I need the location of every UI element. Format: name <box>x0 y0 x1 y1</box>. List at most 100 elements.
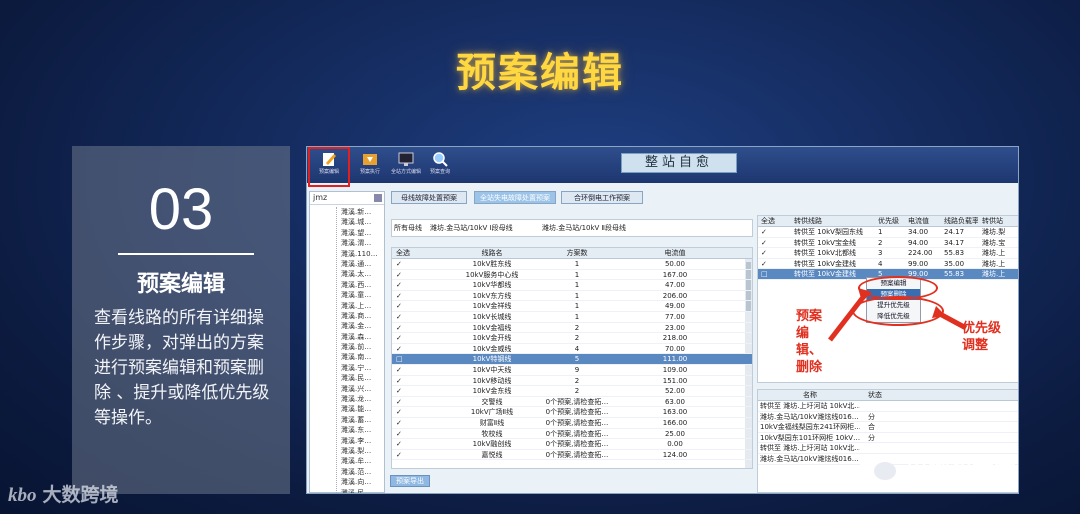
tree-item[interactable]: 濉溪.望… <box>337 228 384 238</box>
tab-station-blackout[interactable]: 全站失电故障处置预案 <box>474 191 556 204</box>
row-checkbox[interactable]: □ <box>396 354 416 365</box>
row-checkbox[interactable]: ✓ <box>396 439 416 450</box>
row-checkbox[interactable]: ✓ <box>761 248 783 259</box>
tree-item[interactable]: 濉溪.西… <box>337 280 384 290</box>
line-row[interactable]: ✓ 10kV胜东线 1 50.00 <box>392 259 752 270</box>
line-row[interactable]: ✓ 10kV金开线 2 218.00 <box>392 333 752 344</box>
line-row[interactable]: ✓ 财富Ⅱ线 0个预案,请检查拓… 166.00 <box>392 418 752 429</box>
tree-item[interactable]: 濉溪.兴… <box>337 384 384 394</box>
tree-item[interactable]: 濉溪.商… <box>337 311 384 321</box>
tree-item[interactable]: 濉溪.宁… <box>337 363 384 373</box>
tree-item[interactable]: 濉溪.李… <box>337 436 384 446</box>
line-row[interactable]: ✓ 10kV华都线 1 47.00 <box>392 280 752 291</box>
plan-row[interactable]: ✓ 转供至 10kV宝金线 2 94.00 34.17 潍坊.宝 <box>758 238 1018 249</box>
execute-plan-button[interactable]: 预案执行 <box>353 149 387 181</box>
row-checkbox[interactable]: ✓ <box>396 301 416 312</box>
station-mode-button[interactable]: 全站方式编辑 <box>389 149 423 181</box>
line-row[interactable]: ✓ 10kV东方线 1 206.00 <box>392 291 752 302</box>
tree-item[interactable]: 濉溪.牟… <box>337 456 384 466</box>
query-plan-button[interactable]: 预案查询 <box>423 149 457 181</box>
line-row[interactable]: ✓ 10kV移动线 2 151.00 <box>392 376 752 387</box>
row-checkbox[interactable]: ✓ <box>396 450 416 461</box>
row-checkbox[interactable]: 10kV梨园东101环网柜 10kV… <box>760 433 860 444</box>
line-row[interactable]: ✓ 10kV融创线 0个预案,请检查拓… 0.00 <box>392 439 752 450</box>
row-checkbox[interactable]: ✓ <box>396 280 416 291</box>
tree-item[interactable]: 濉溪.东… <box>337 425 384 435</box>
row-checkbox[interactable]: ✓ <box>761 238 783 249</box>
row-checkbox[interactable]: 潍坊.金马站/10kV潍炫线016… <box>760 454 860 465</box>
bus-2-option[interactable]: 潍坊.金马站/10kV Ⅱ段母线 <box>542 220 626 237</box>
edit-plan-button[interactable]: 预案编辑 <box>308 147 350 187</box>
step_table-header-cell[interactable]: 名称 <box>760 390 860 401</box>
row-checkbox[interactable]: ✓ <box>761 259 783 270</box>
all-bus-label[interactable]: 所有母线 <box>394 220 422 237</box>
tree-item[interactable]: 濉溪.能… <box>337 404 384 414</box>
row-checkbox[interactable]: ✓ <box>396 344 416 355</box>
tree-item[interactable]: 濉溪.渭… <box>337 238 384 248</box>
row-checkbox[interactable]: ✓ <box>396 365 416 376</box>
line-row[interactable]: ✓ 10kV长城线 1 77.00 <box>392 312 752 323</box>
tree-item[interactable]: 濉溪.范… <box>337 467 384 477</box>
tree-item[interactable]: 濉溪.蓄… <box>337 415 384 425</box>
line-row[interactable]: ✓ 10kV金威线 4 70.00 <box>392 344 752 355</box>
line_table-header-cell[interactable]: 全选 <box>396 248 416 259</box>
tree-item[interactable]: 濉溪.前… <box>337 342 384 352</box>
row-checkbox[interactable]: ✓ <box>396 333 416 344</box>
row-checkbox[interactable]: 转供至 潍坊.上圩河站 10kV北… <box>760 443 860 454</box>
step-row[interactable]: 转供至 潍坊.上圩河站 10kV北… <box>758 401 1018 412</box>
line-row[interactable]: ✓ 10kV服务中心线 1 167.00 <box>392 270 752 281</box>
step-row[interactable]: 潍坊.金马站/10kV潍炫线016… 分 <box>758 412 1018 423</box>
step-row[interactable]: 10kV梨园东101环网柜 10kV… 分 <box>758 433 1018 444</box>
row-checkbox[interactable]: ✓ <box>396 386 416 397</box>
tree-item[interactable]: 濉溪.童… <box>337 290 384 300</box>
row-checkbox[interactable]: 转供至 潍坊.上圩河站 10kV北… <box>760 401 860 412</box>
plan_table-header-cell[interactable]: 全选 <box>761 216 783 227</box>
tree-item[interactable]: 濉溪.通… <box>337 259 384 269</box>
row-checkbox[interactable]: ✓ <box>396 429 416 440</box>
row-checkbox[interactable]: ✓ <box>396 312 416 323</box>
step-row[interactable]: 10kV金福线梨园东241环网柜… 合 <box>758 422 1018 433</box>
row-checkbox[interactable]: ✓ <box>396 323 416 334</box>
tree-item[interactable]: 濉溪.梨… <box>337 446 384 456</box>
row-checkbox[interactable]: □ <box>761 269 783 280</box>
tree-item[interactable]: 濉溪.森… <box>337 332 384 342</box>
line-row[interactable]: ✓ 10kV金福线 2 23.00 <box>392 323 752 334</box>
search-button[interactable] <box>374 194 382 202</box>
row-checkbox[interactable]: ✓ <box>761 227 783 238</box>
line-row[interactable]: □ 10kV特钢线 5 111.00 <box>392 354 752 365</box>
line-row[interactable]: ✓ 10kV金东线 2 52.00 <box>392 386 752 397</box>
row-checkbox[interactable]: 潍坊.金马站/10kV潍炫线016… <box>760 412 860 423</box>
tab-bus-fault[interactable]: 母线故障处置预案 <box>391 191 467 204</box>
bus-1-option[interactable]: 潍坊.金马站/10kV Ⅰ段母线 <box>430 220 513 237</box>
tree-item[interactable]: 濉溪.城… <box>337 217 384 227</box>
tree-item[interactable]: 濉溪.民… <box>337 488 384 493</box>
tree-item[interactable]: 濉溪.太… <box>337 269 384 279</box>
row-checkbox[interactable]: ✓ <box>396 397 416 408</box>
line-row[interactable]: ✓ 10kV广场Ⅱ线 0个预案,请检查拓… 163.00 <box>392 407 752 418</box>
tree-item[interactable]: 濉溪.龙… <box>337 394 384 404</box>
row-checkbox[interactable]: ✓ <box>396 376 416 387</box>
export-plan-button[interactable]: 预案导出 <box>390 475 430 487</box>
plan-row[interactable]: ✓ 转供至 10kV金建线 4 99.00 35.00 潍坊.上 <box>758 259 1018 270</box>
plan-row[interactable]: ✓ 转供至 10kV北都线 3 224.00 55.83 潍坊.上 <box>758 248 1018 259</box>
station-search-input[interactable]: jmz <box>310 192 384 205</box>
row-checkbox[interactable]: ✓ <box>396 259 416 270</box>
line-row[interactable]: ✓ 10kV中天线 9 109.00 <box>392 365 752 376</box>
row-checkbox[interactable]: ✓ <box>396 270 416 281</box>
tree-item[interactable]: 濉溪.110… <box>337 249 384 259</box>
tree-item[interactable]: 濉溪.金… <box>337 321 384 331</box>
line-row[interactable]: ✓ 交警线 0个预案,请检查拓… 63.00 <box>392 397 752 408</box>
line-row[interactable]: ✓ 嘉悦线 0个预案,请检查拓… 124.00 <box>392 450 752 461</box>
tree-item[interactable]: 濉溪.上… <box>337 301 384 311</box>
row-checkbox[interactable]: ✓ <box>396 418 416 429</box>
row-checkbox[interactable]: ✓ <box>396 291 416 302</box>
tree-item[interactable]: 濉溪.新… <box>337 207 384 217</box>
line-row[interactable]: ✓ 10kV金祥线 1 49.00 <box>392 301 752 312</box>
tree-item[interactable]: 濉溪.南… <box>337 352 384 362</box>
line-row[interactable]: ✓ 牧校线 0个预案,请检查拓… 25.00 <box>392 429 752 440</box>
tab-loop-transfer[interactable]: 合环倒电工作预案 <box>561 191 643 204</box>
row-checkbox[interactable]: 10kV金福线梨园东241环网柜… <box>760 422 860 433</box>
tree-item[interactable]: 濉溪.向… <box>337 477 384 487</box>
row-checkbox[interactable]: ✓ <box>396 407 416 418</box>
tree-item[interactable]: 濉溪.民… <box>337 373 384 383</box>
